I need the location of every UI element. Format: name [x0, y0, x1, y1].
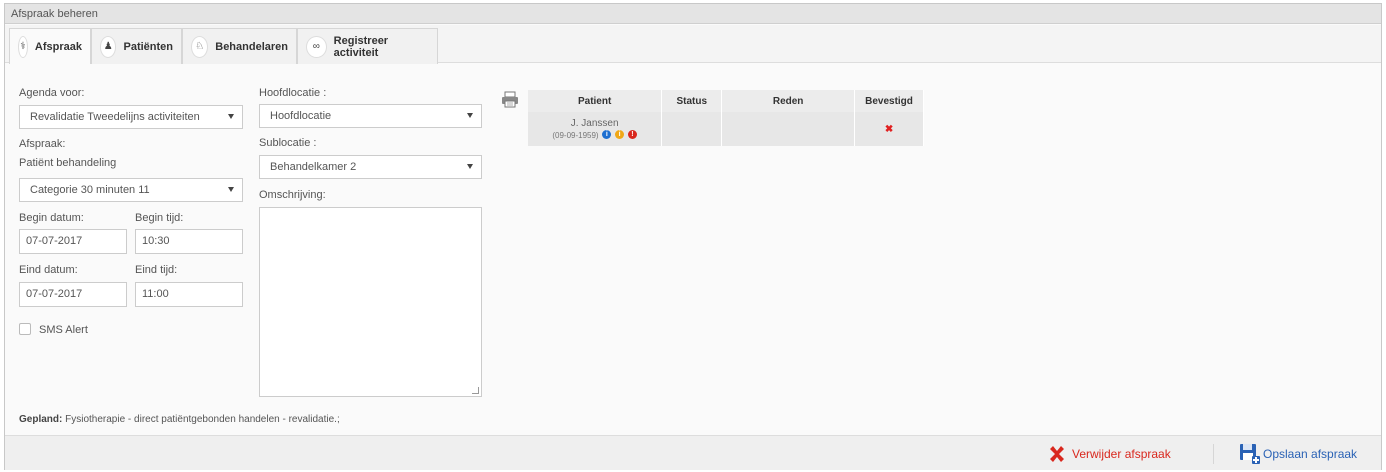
begin-datum-input[interactable]: 07-07-2017 [19, 229, 127, 254]
reden-cell [721, 112, 856, 146]
save-label: Opslaan afspraak [1263, 447, 1358, 461]
tab-label: Registreer activiteit [333, 34, 389, 59]
table-row[interactable]: J. Janssen (09-09-1959) i i ! ✖ [528, 112, 924, 146]
sms-alert-label: SMS Alert [39, 324, 88, 336]
resize-grip-icon[interactable] [472, 387, 479, 394]
begin-datum-label: Begin datum: [19, 212, 84, 224]
eind-tijd-label: Eind tijd: [135, 264, 178, 276]
link-icon: ∞ [306, 35, 327, 58]
status-cell [661, 112, 723, 146]
omschrijving-textarea[interactable] [259, 207, 482, 397]
patient-dob: (09-09-1959) [552, 130, 599, 140]
sublocatie-label: Sublocatie : [259, 137, 317, 149]
col-patient: Patient [528, 90, 663, 112]
footer-divider [1213, 444, 1214, 464]
bevestigd-cell: ✖ [854, 112, 924, 146]
delete-label: Verwijder afspraak [1072, 447, 1171, 461]
tab-afspraak[interactable]: ⚕ Afspraak [9, 28, 91, 64]
eind-datum-input[interactable]: 07-07-2017 [19, 282, 127, 307]
eind-tijd-input[interactable]: 11:00 [135, 282, 243, 307]
tab-behandelaren[interactable]: ♘ Behandelaren [182, 28, 297, 64]
doctor-icon: ♘ [191, 35, 209, 58]
gepland-text: Gepland: Fysiotherapie - direct patiëntg… [19, 414, 340, 425]
afspraak-value: Patiënt behandeling [19, 157, 117, 169]
delete-appointment-button[interactable]: Verwijder afspraak [1047, 442, 1171, 466]
sublocatie-value: Behandelkamer 2 [270, 161, 357, 173]
tab-label: Afspraak [34, 40, 82, 53]
patient-name: J. Janssen [570, 117, 619, 129]
patients-table: Patient Status Reden Bevestigd J. Jansse… [528, 90, 924, 146]
sublocatie-select[interactable]: Behandelkamer 2 [259, 155, 482, 179]
footer-bar: Verwijder afspraak Opslaan afspraak [5, 435, 1381, 470]
afspraak-label: Afspraak: [19, 138, 66, 150]
agenda-value: Revalidatie Tweedelijns activiteiten [30, 111, 200, 123]
tab-registreer-activiteit[interactable]: ∞ Registreer activiteit [297, 28, 438, 64]
patient-cell: J. Janssen (09-09-1959) i i ! [528, 112, 663, 146]
begin-tijd-label: Begin tijd: [135, 212, 184, 224]
appointment-window: Afspraak beheren ⚕ Afspraak ♟ Patiënten … [4, 3, 1382, 470]
tab-content: Agenda voor: Revalidatie Tweedelijns act… [5, 64, 1381, 435]
agenda-select[interactable]: Revalidatie Tweedelijns activiteiten [19, 105, 243, 129]
sms-alert-checkbox[interactable] [19, 323, 31, 335]
save-appointment-button[interactable]: Opslaan afspraak [1239, 442, 1357, 466]
tab-patienten[interactable]: ♟ Patiënten [91, 28, 182, 64]
tab-label: Patiënten [123, 40, 173, 53]
chevron-down-icon [228, 187, 234, 192]
save-disk-icon [1240, 444, 1260, 464]
info-icon[interactable]: i [602, 130, 612, 140]
warning-icon[interactable]: i [615, 130, 625, 140]
tab-bar: ⚕ Afspraak ♟ Patiënten ♘ Behandelaren ∞ … [5, 25, 1381, 64]
col-reden: Reden [721, 90, 856, 112]
chevron-down-icon [228, 114, 234, 119]
chevron-down-icon [467, 113, 473, 118]
col-bevestigd: Bevestigd [854, 90, 924, 112]
user-icon: ♟ [100, 35, 117, 58]
stethoscope-icon: ⚕ [18, 35, 28, 58]
gepland-label: Gepland: [19, 414, 63, 425]
agenda-label: Agenda voor: [19, 87, 85, 99]
begin-tijd-input[interactable]: 10:30 [135, 229, 243, 254]
table-header-row: Patient Status Reden Bevestigd [528, 90, 924, 112]
col-status: Status [661, 90, 723, 112]
omschrijving-label: Omschrijving: [259, 189, 326, 201]
gepland-value: Fysiotherapie - direct patiëntgebonden h… [62, 414, 340, 425]
window-title: Afspraak beheren [5, 4, 1381, 24]
categorie-select[interactable]: Categorie 30 minuten 11 [19, 178, 243, 202]
hoofdlocatie-select[interactable]: Hoofdlocatie [259, 104, 482, 128]
eind-datum-label: Eind datum: [19, 264, 78, 276]
printer-icon[interactable] [500, 90, 520, 110]
tab-label: Behandelaren [215, 40, 288, 53]
categorie-value: Categorie 30 minuten 11 [30, 184, 150, 196]
delete-x-icon [1050, 446, 1064, 462]
hoofdlocatie-value: Hoofdlocatie [270, 110, 332, 122]
alert-icon[interactable]: ! [627, 130, 637, 140]
hoofdlocatie-label: Hoofdlocatie : [259, 87, 327, 99]
chevron-down-icon [467, 164, 473, 169]
not-confirmed-icon: ✖ [884, 123, 894, 135]
